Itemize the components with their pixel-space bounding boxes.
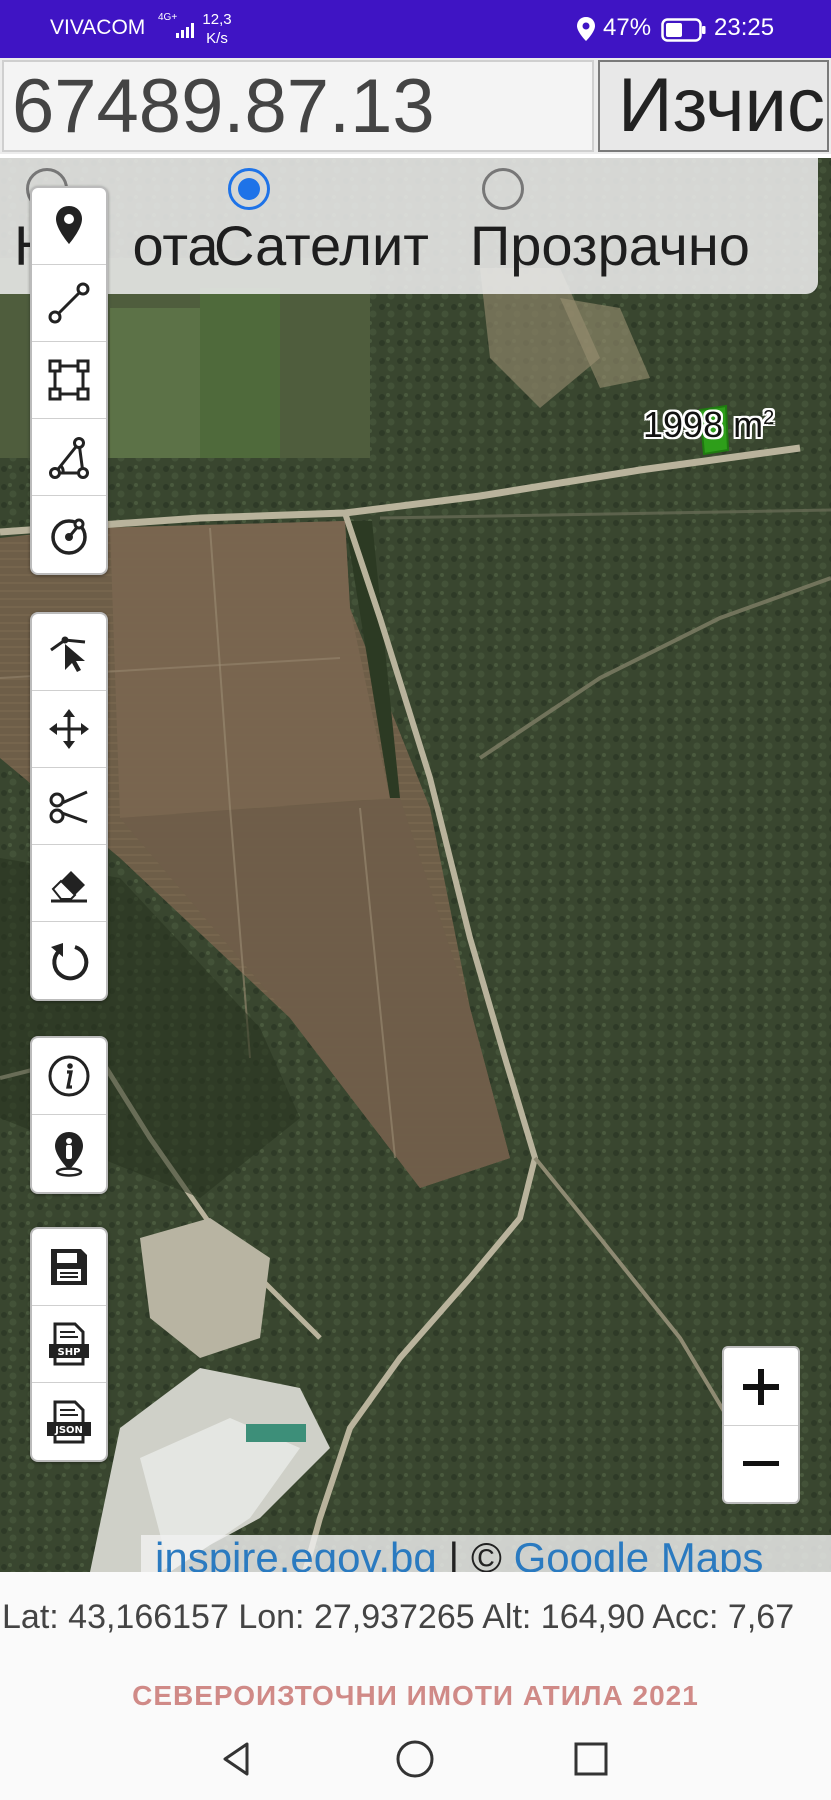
footer-brand: СЕВЕРОИЗТОЧНИ ИМОТИ АТИЛА 2021 [132,1680,699,1711]
battery-icon [661,18,706,42]
info-icon [48,1055,90,1097]
person-location-icon [55,1131,83,1177]
clock: 23:25 [714,14,775,41]
radio-satellite[interactable] [228,168,270,210]
edit-toolbar [30,612,108,1001]
minus-icon [743,1461,779,1466]
circle-icon [51,518,87,555]
polygon-area-button[interactable] [32,342,106,419]
person-location-button[interactable] [32,1115,106,1192]
gps-readout: Lat: 43,166157 Lon: 27,937265 Alt: 164,9… [2,1598,795,1636]
draw-toolbar [30,186,108,575]
angle-measure-button[interactable] [32,419,106,496]
location-pin-button[interactable] [32,188,106,265]
undo-button[interactable] [32,922,106,999]
carrier-name: VIVACOM [50,16,146,39]
shp-label: SHP [58,1347,81,1358]
radio-transparent[interactable] [482,168,524,210]
network-type: 4G+ [158,12,178,23]
back-button[interactable] [210,1732,264,1786]
recents-square-icon [574,1742,608,1776]
info-button[interactable] [32,1038,106,1115]
location-status-icon [577,17,595,41]
area-label: 1998 m2 [643,404,774,446]
move-button[interactable] [32,691,106,768]
zoom-control [722,1346,800,1504]
polygon-area-icon [48,359,90,401]
radio-label-transparent[interactable]: Прозрачно [470,214,750,278]
parcel-id-input[interactable] [2,60,594,152]
attribution-source-link[interactable]: inspire.egov.bg [155,1535,437,1572]
location-pin-icon [56,206,82,244]
select-pointer-icon [50,636,86,672]
map-attribution: inspire.egov.bg | © Google Maps [141,1535,831,1572]
eraser-icon [51,871,87,903]
file-toolbar: SHP JSON [30,1227,108,1462]
zoom-out-button[interactable] [724,1425,798,1502]
zoom-in-button[interactable] [724,1348,798,1425]
navigation-bar [0,1718,831,1800]
line-measure-button[interactable] [32,265,106,342]
move-icon [49,709,89,749]
undo-icon [51,942,89,980]
json-label: JSON [54,1425,83,1436]
area-unit-exponent: 2 [763,407,775,429]
status-bar: VIVACOM 4G+ 12,3 K/s 47% 23:25 [0,0,831,58]
home-button[interactable] [388,1732,442,1786]
angle-measure-icon [49,437,89,479]
cut-icon [49,790,88,824]
speed-value: 12,3 [202,11,232,28]
network-speed: 12,3 K/s [200,10,234,48]
home-circle-icon [396,1740,434,1778]
circle-button[interactable] [32,496,106,573]
line-measure-icon [48,282,90,324]
layer-selector: Нота Сателит Прозрачно [0,158,818,294]
battery-percent: 47% [603,14,652,41]
json-export-button[interactable]: JSON [32,1383,106,1460]
signal-icon [176,23,194,38]
cut-button[interactable] [32,768,106,845]
radio-label-satellite[interactable]: Сателит [214,214,429,278]
back-triangle-icon [223,1742,249,1776]
select-pointer-button[interactable] [32,614,106,691]
recents-button[interactable] [564,1732,618,1786]
plus-icon [743,1368,779,1405]
satellite-imagery [0,158,831,1572]
save-button[interactable] [32,1229,106,1306]
info-toolbar [30,1036,108,1194]
map-label-visible-end: ота [132,214,219,277]
save-icon [51,1249,87,1285]
attribution-provider-link[interactable]: Google Maps [514,1535,764,1572]
shp-export-icon: SHP [49,1322,89,1366]
area-value: 1998 m [643,404,764,445]
shp-export-button[interactable]: SHP [32,1306,106,1383]
attribution-separator: | © [436,1535,514,1572]
search-row: Изчис [0,58,831,158]
calculate-button[interactable]: Изчис [598,60,829,152]
json-export-icon: JSON [47,1400,91,1443]
eraser-button[interactable] [32,845,106,922]
speed-unit: K/s [206,30,228,47]
satellite-map[interactable] [0,158,831,1572]
